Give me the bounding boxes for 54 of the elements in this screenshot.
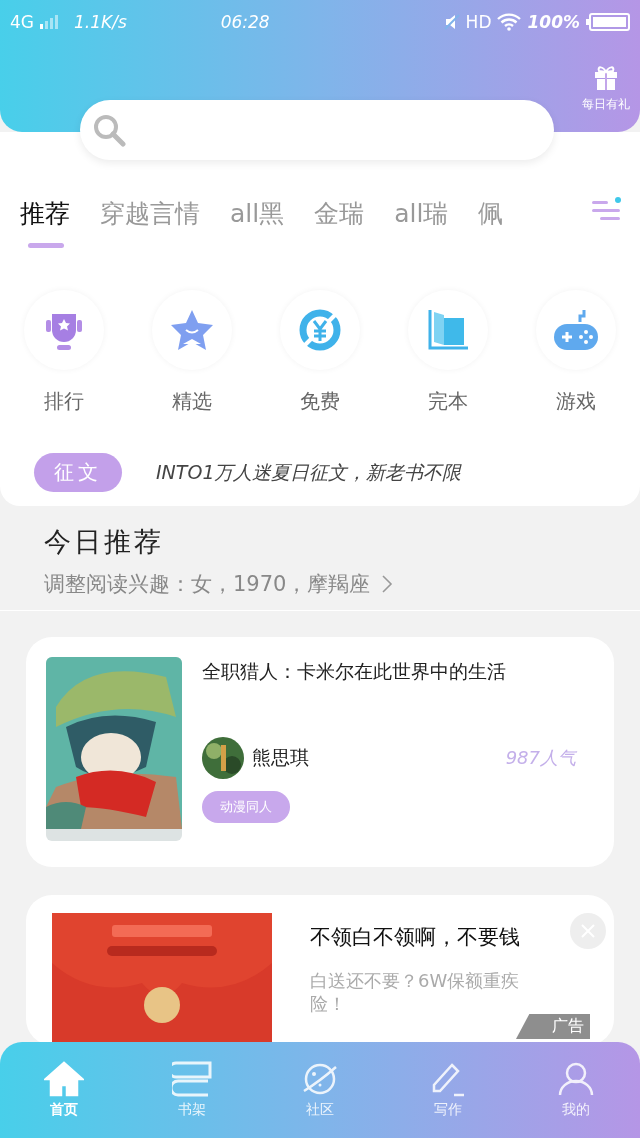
category-tab[interactable]: 推荐	[20, 196, 70, 248]
category-shortcut[interactable]: 游戏	[536, 290, 616, 415]
book-title: 全职猎人：卡米尔在此世界中的生活	[202, 659, 507, 684]
book-card[interactable]: 全职猎人：卡米尔在此世界中的生活 熊思琪 987人气 动漫同人	[26, 637, 614, 867]
notice-tag: 征文	[34, 453, 122, 492]
ad-description: 白送还不要？6W保额重疾险！	[310, 969, 521, 1016]
nav-tab[interactable]: 书架	[152, 1061, 232, 1119]
gift-icon	[593, 64, 619, 90]
ad-title: 不领白不领啊，不要钱	[310, 924, 521, 951]
home-icon	[44, 1061, 84, 1097]
yen-coin-icon	[298, 308, 342, 352]
star-icon	[169, 308, 215, 352]
category-shortcut[interactable]: 精选	[152, 290, 232, 415]
battery-icon	[586, 13, 630, 31]
hd-indicator: HD	[465, 12, 492, 32]
category-tab[interactable]: 佩	[478, 196, 504, 248]
nav-tab[interactable]: 社区	[280, 1061, 360, 1119]
nav-tab[interactable]: 首页	[24, 1061, 104, 1119]
network-speed: 1.1K/s	[74, 12, 127, 32]
user-icon	[556, 1061, 596, 1097]
battery-percent: 100%	[527, 12, 580, 32]
clock-time: 06:28	[220, 12, 270, 32]
wifi-icon	[497, 13, 522, 31]
notice-text: INTO1万人迷夏日征文，新老书不限	[156, 459, 462, 485]
bookshelf-icon	[172, 1061, 212, 1097]
network-type: 4G	[10, 12, 34, 32]
category-tab[interactable]: 金瑞	[314, 196, 365, 248]
mute-icon	[443, 14, 460, 30]
category-shortcut[interactable]: 免费	[280, 290, 360, 415]
popularity-count: 987人气	[505, 746, 576, 770]
shortcut-label: 游戏	[556, 388, 596, 415]
category-shortcut[interactable]: 排行	[24, 290, 104, 415]
category-shortcut[interactable]: 完本	[408, 290, 488, 415]
daily-gift-button[interactable]: 每日有礼	[582, 64, 630, 113]
chevron-icon	[380, 574, 395, 594]
genre-tag: 动漫同人	[202, 791, 290, 823]
category-tab[interactable]: all黑	[230, 196, 285, 248]
search-icon	[92, 113, 126, 147]
shortcut-label: 排行	[44, 388, 84, 415]
book-icon	[426, 308, 470, 352]
ad-card[interactable]: 不领白不领啊，不要钱 白送还不要？6W保额重疾险！ 广告	[26, 895, 614, 1045]
category-tab[interactable]: 穿越言情	[100, 196, 200, 248]
signal-icon	[40, 15, 58, 29]
nav-tab[interactable]: 我的	[536, 1061, 616, 1119]
ad-label: 广告	[516, 1014, 590, 1039]
category-tab[interactable]: all瑞	[394, 196, 449, 248]
shortcut-label: 完本	[428, 388, 468, 415]
interest-link[interactable]: 调整阅读兴趣：女，1970，摩羯座	[44, 570, 640, 598]
shortcut-label: 免费	[300, 388, 340, 415]
nav-tab[interactable]: 写作	[408, 1061, 488, 1119]
author-name: 熊思琪	[252, 745, 309, 770]
section-title: 今日推荐	[44, 525, 165, 559]
gamepad-icon	[552, 308, 600, 352]
shortcut-label: 精选	[172, 388, 212, 415]
